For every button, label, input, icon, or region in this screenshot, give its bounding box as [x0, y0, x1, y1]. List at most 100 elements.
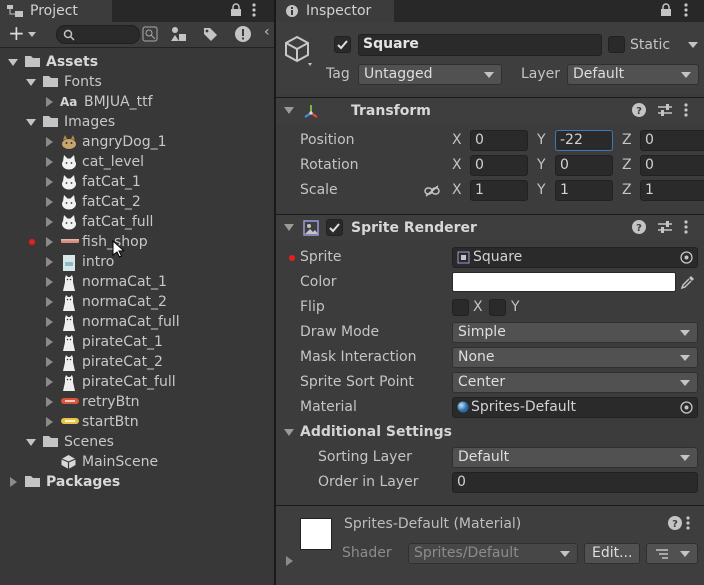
scale-x-input[interactable]: 1	[470, 180, 528, 201]
sprite-renderer-header[interactable]: Sprite Renderer ?	[276, 214, 704, 240]
tree-item-images[interactable]: Images	[0, 112, 274, 132]
collapsed-arrow-icon[interactable]	[46, 297, 53, 307]
flip-x-toggle[interactable]	[452, 299, 469, 316]
additional-settings-arrow-icon[interactable]	[284, 429, 294, 436]
filter-by-label-icon[interactable]	[202, 26, 218, 42]
edit-shader-button[interactable]: Edit...	[584, 543, 640, 564]
material-object-field[interactable]: Sprites-Default	[452, 397, 698, 418]
scale-y-input[interactable]: 1	[555, 180, 613, 201]
collapse-arrow-icon[interactable]	[284, 224, 294, 231]
static-dropdown-icon[interactable]	[688, 42, 698, 48]
search-by-scene-icon[interactable]	[142, 26, 158, 42]
component-menu-icon[interactable]	[686, 516, 690, 530]
gameobject-name-input[interactable]: Square	[358, 34, 602, 56]
tree-item-piratecat-full[interactable]: pirateCat_full	[0, 372, 274, 392]
order-in-layer-input[interactable]: 0	[452, 472, 698, 493]
tree-item-angrydog-1[interactable]: angryDog_1	[0, 132, 274, 152]
collapsed-arrow-icon[interactable]	[46, 257, 53, 267]
tree-item-normacat-full[interactable]: normaCat_full	[0, 312, 274, 332]
tree-item-startbtn[interactable]: startBtn	[0, 412, 274, 432]
tree-item-mainscene[interactable]: MainScene	[0, 452, 274, 472]
tree-item-packages[interactable]: Packages	[0, 472, 274, 492]
more-options-icon[interactable]	[252, 3, 256, 17]
lock-icon[interactable]	[230, 3, 242, 17]
tree-item-fatcat-full[interactable]: fatCat_full	[0, 212, 274, 232]
collapsed-arrow-icon[interactable]	[46, 417, 53, 427]
scale-z-input[interactable]: 1	[640, 180, 704, 201]
rotation-z-input[interactable]: 0	[640, 155, 704, 176]
expanded-arrow-icon[interactable]	[8, 59, 18, 66]
tab-project[interactable]: Project	[0, 0, 112, 22]
collapsed-arrow-icon[interactable]	[46, 137, 53, 147]
color-swatch[interactable]	[452, 272, 676, 292]
object-picker-icon[interactable]	[680, 251, 693, 264]
expanded-arrow-icon[interactable]	[26, 439, 36, 446]
collapsed-arrow-icon[interactable]	[46, 157, 53, 167]
rotation-y-input[interactable]: 0	[555, 155, 613, 176]
sprite-renderer-enabled-toggle[interactable]	[326, 219, 343, 236]
draw-mode-dropdown[interactable]: Simple	[452, 322, 698, 343]
collapsed-arrow-icon[interactable]	[46, 397, 53, 407]
tag-dropdown[interactable]: Untagged	[358, 64, 502, 85]
shader-dropdown[interactable]: Sprites/Default	[408, 543, 578, 564]
position-x-input[interactable]: 0	[470, 130, 528, 151]
tree-item-fonts[interactable]: Fonts	[0, 72, 274, 92]
expanded-arrow-icon[interactable]	[26, 119, 36, 126]
sorting-layer-dropdown[interactable]: Default	[452, 447, 698, 468]
collapsed-arrow-icon[interactable]	[46, 277, 53, 287]
help-icon[interactable]: ?	[632, 103, 646, 117]
layer-dropdown[interactable]: Default	[567, 64, 699, 85]
position-y-input[interactable]: -22	[555, 130, 613, 151]
tree-item-assets[interactable]: Assets	[0, 52, 274, 72]
component-menu-icon[interactable]	[684, 220, 688, 234]
help-icon[interactable]: ?	[668, 516, 682, 530]
presets-icon[interactable]	[657, 103, 673, 117]
static-toggle[interactable]	[608, 36, 625, 53]
collapsed-arrow-icon[interactable]	[46, 317, 53, 327]
collapsed-arrow-icon[interactable]	[46, 237, 53, 247]
additional-settings-foldout[interactable]: Additional Settings	[300, 420, 452, 445]
tree-item-fatcat-2[interactable]: fatCat_2	[0, 192, 274, 212]
position-z-input[interactable]: 0	[640, 130, 704, 151]
tree-item-scenes[interactable]: Scenes	[0, 432, 274, 452]
search-input[interactable]	[56, 25, 140, 44]
filter-by-type-icon[interactable]	[170, 26, 188, 42]
collapsed-arrow-icon[interactable]	[46, 337, 53, 347]
tree-item-piratecat-2[interactable]: pirateCat_2	[0, 352, 274, 372]
expanded-arrow-icon[interactable]	[26, 79, 36, 86]
tree-item-cat-level[interactable]: cat_level	[0, 152, 274, 172]
collapsed-arrow-icon[interactable]	[46, 177, 53, 187]
tree-item-normacat-2[interactable]: normaCat_2	[0, 292, 274, 312]
active-toggle[interactable]	[334, 36, 351, 53]
component-menu-icon[interactable]	[684, 103, 688, 117]
create-button[interactable]: +	[6, 22, 42, 44]
object-picker-icon[interactable]	[680, 401, 693, 414]
collapsed-arrow-icon[interactable]	[46, 377, 53, 387]
flip-y-toggle[interactable]	[489, 299, 506, 316]
mask-interaction-dropdown[interactable]: None	[452, 347, 698, 368]
collapsed-arrow-icon[interactable]	[46, 197, 53, 207]
presets-icon[interactable]	[657, 220, 673, 234]
overflow-icon[interactable]: ‹	[264, 24, 270, 40]
tree-item-normacat-1[interactable]: normaCat_1	[0, 272, 274, 292]
collapsed-arrow-icon[interactable]	[46, 217, 53, 227]
warning-icon[interactable]	[234, 25, 252, 43]
collapsed-arrow-icon[interactable]	[10, 477, 17, 487]
shader-options-dropdown[interactable]	[646, 543, 698, 564]
tab-inspector[interactable]: Inspector	[276, 0, 394, 22]
more-options-icon[interactable]	[684, 3, 688, 17]
tree-item-intro[interactable]: intro	[0, 252, 274, 272]
collapse-arrow-icon[interactable]	[284, 107, 294, 114]
tree-item-fish-shop[interactable]: fish_shop	[0, 232, 274, 252]
transform-header[interactable]: Transform ?	[276, 97, 704, 123]
sprite-sort-point-dropdown[interactable]: Center	[452, 372, 698, 393]
rotation-x-input[interactable]: 0	[470, 155, 528, 176]
tree-item-piratecat-1[interactable]: pirateCat_1	[0, 332, 274, 352]
tree-item-retrybtn[interactable]: retryBtn	[0, 392, 274, 412]
tree-item-fatcat-1[interactable]: fatCat_1	[0, 172, 274, 192]
sprite-object-field[interactable]: Square	[452, 247, 698, 268]
collapsed-arrow-icon[interactable]	[46, 97, 53, 107]
gameobject-cube-icon[interactable]	[284, 35, 314, 67]
lock-icon[interactable]	[660, 3, 672, 17]
material-foldout-arrow-icon[interactable]	[286, 556, 293, 566]
